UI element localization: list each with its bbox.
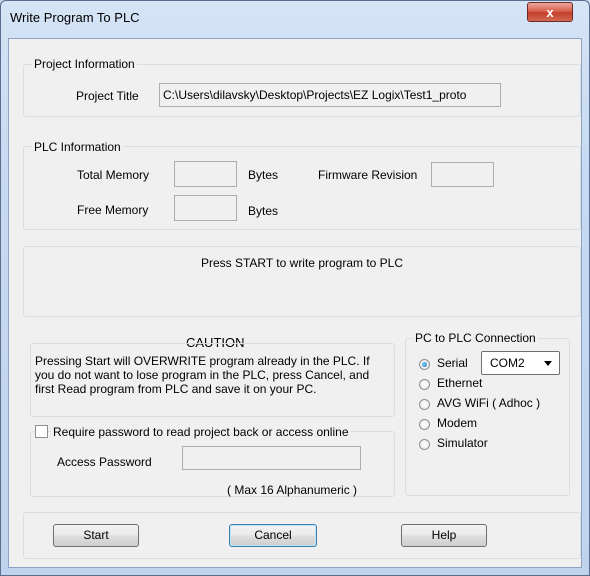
close-icon: x (546, 5, 554, 20)
window-title: Write Program To PLC (10, 10, 140, 25)
start-button[interactable]: Start (53, 524, 139, 547)
status-message: Press START to write program to PLC (200, 256, 404, 270)
serial-label[interactable]: Serial (437, 356, 468, 370)
require-password-checkbox[interactable] (35, 425, 48, 438)
simulator-radio[interactable] (419, 439, 430, 450)
cancel-button[interactable]: Cancel (229, 524, 317, 547)
total-memory-field (174, 161, 237, 187)
modem-radio[interactable] (419, 419, 430, 430)
ethernet-label[interactable]: Ethernet (437, 376, 482, 390)
simulator-label[interactable]: Simulator (437, 436, 488, 450)
project-information-legend: Project Information (32, 57, 137, 71)
plc-information-group (23, 146, 581, 230)
com-port-select[interactable]: COM2 (481, 351, 560, 375)
wifi-radio[interactable] (419, 399, 430, 410)
caution-line-3: first Read program from PLC and save it … (35, 382, 317, 396)
caution-line-2: you do not want to lose program in the P… (35, 368, 370, 382)
access-password-input[interactable] (182, 446, 361, 470)
caution-text: Pressing Start will OVERWRITE program al… (35, 354, 370, 396)
close-button[interactable]: x (527, 2, 573, 22)
require-password-label[interactable]: Require password to read project back or… (51, 425, 351, 439)
caution-line-1: Pressing Start will OVERWRITE program al… (35, 354, 370, 368)
ethernet-radio[interactable] (419, 379, 430, 390)
firmware-revision-label: Firmware Revision (318, 168, 418, 182)
help-button[interactable]: Help (401, 524, 487, 547)
com-port-value: COM2 (490, 356, 525, 370)
serial-radio[interactable] (419, 359, 430, 370)
total-memory-label: Total Memory (77, 168, 150, 182)
project-title-field: C:\Users\dilavsky\Desktop\Projects\EZ Lo… (159, 83, 501, 107)
free-memory-label: Free Memory (77, 203, 149, 217)
free-memory-field (174, 195, 237, 221)
total-memory-unit: Bytes (248, 168, 279, 182)
modem-label[interactable]: Modem (437, 416, 477, 430)
wifi-label[interactable]: AVG WiFi ( Adhoc ) (437, 396, 540, 410)
free-memory-unit: Bytes (248, 204, 279, 218)
password-hint: ( Max 16 Alphanumeric ) (227, 483, 358, 497)
firmware-revision-field (431, 162, 494, 187)
access-password-label: Access Password (57, 455, 152, 469)
chevron-down-icon (544, 361, 552, 366)
connection-legend: PC to PLC Connection (413, 331, 538, 345)
project-title-label: Project Title (76, 89, 139, 103)
plc-information-legend: PLC Information (32, 140, 123, 154)
